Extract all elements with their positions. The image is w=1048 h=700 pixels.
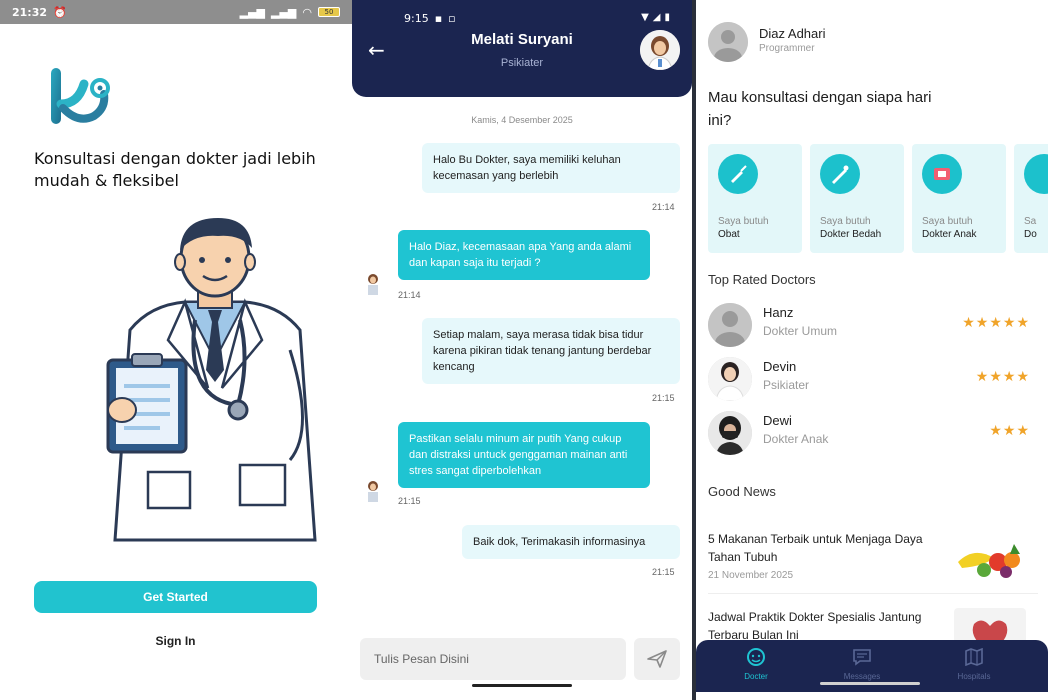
nav-label: Messages (843, 672, 881, 681)
consult-question: Mau konsultasi dengan siapa hari ini? (708, 89, 932, 129)
welcome-screen: 21:32 ⏰ ▂▄▆ ▂▄▆ ◠ 50 Konsultasi dengan d… (0, 0, 352, 700)
user-avatar[interactable] (708, 22, 748, 62)
doctor-row[interactable]: Dewi Dokter Anak ★★★ (708, 411, 1030, 455)
nav-label: Hospitals (957, 672, 991, 681)
get-started-button[interactable]: Get Started (34, 581, 317, 613)
doctor-name: Devin (763, 359, 797, 374)
chat-screen: 9:15 ▪ ▫ ▼ ◢ ▮ ← Melati Suryani Psikiate… (352, 0, 692, 700)
top-rated-heading: Top Rated Doctors (708, 272, 816, 287)
message-time: 21:15 (398, 496, 421, 506)
app-logo-icon (51, 68, 110, 124)
chat-icon (853, 649, 871, 666)
send-icon (647, 650, 667, 668)
home-indicator (472, 684, 572, 687)
doctor-name: Hanz (763, 305, 794, 320)
map-icon (965, 648, 983, 666)
sim-icon: ▫ (448, 12, 456, 25)
category-card-partial[interactable]: Sa Do (1014, 144, 1048, 253)
category-card-surgeon[interactable]: Saya butuh Dokter Bedah (810, 144, 904, 253)
welcome-tagline: Konsultasi dengan dokter jadi lebih muda… (34, 149, 316, 190)
news-title: Jadwal Praktik Dokter Spesialis Jantung … (708, 610, 922, 642)
category-prefix: Saya butuh (922, 216, 973, 227)
doctor-specialty: Dokter Anak (763, 432, 829, 446)
battery-icon: ▮ (664, 12, 670, 23)
doctor-name: Dewi (763, 413, 792, 428)
home-screen: Diaz Adhari Programmer Mau konsultasi de… (696, 0, 1048, 700)
message-icon: ▪ (434, 12, 443, 25)
status-icons: ▼ ◢ ▮ (641, 12, 670, 23)
contact-mini-avatar (368, 481, 378, 502)
message-bubble-sent: Halo Bu Dokter, saya memiliki keluhan ke… (422, 143, 680, 193)
chat-date-label: Kamis, 4 Desember 2025 (471, 115, 573, 125)
doctor-specialty: Psikiater (763, 378, 810, 392)
message-bubble-received: Halo Diaz, kecemasaan apa Yang anda alam… (398, 230, 650, 280)
nav-tab-docter[interactable]: Docter (706, 648, 806, 681)
message-input[interactable]: Tulis Pesan Disini (360, 638, 626, 680)
category-card-pediatrician[interactable]: Saya butuh Dokter Anak (912, 144, 1006, 253)
status-time: 9:15 (404, 12, 429, 25)
status-bar: 9:15 ▪ ▫ (404, 12, 456, 25)
battery-icon: 50 (318, 7, 340, 17)
send-button[interactable] (634, 638, 680, 680)
message-bubble-sent: Baik dok, Terimakasih informasinya (462, 525, 680, 559)
user-role: Programmer (759, 43, 815, 54)
baby-icon (922, 154, 962, 194)
message-bubble-received: Pastikan selalu minum air putih Yang cuk… (398, 422, 650, 488)
category-label: Dokter Anak (922, 229, 977, 240)
category-prefix: Saya butuh (718, 216, 769, 227)
nav-tab-messages[interactable]: Messages (812, 648, 912, 681)
message-time: 21:15 (652, 567, 675, 577)
category-card-medicine[interactable]: Saya butuh Obat (708, 144, 802, 253)
category-label: Do (1024, 229, 1037, 240)
message-time: 21:15 (652, 393, 675, 403)
doctor-illustration (106, 218, 317, 542)
star-rating: ★★★ (989, 423, 1030, 439)
doctor-face-icon (747, 648, 765, 666)
doctor-row[interactable]: Devin Psikiater ★★★★ (708, 357, 1030, 401)
news-title: 5 Makanan Terbaik untuk Menjaga Daya Tah… (708, 532, 923, 564)
scalpel-icon (820, 154, 860, 194)
star-rating: ★★★★★ (962, 315, 1030, 331)
category-icon (1024, 154, 1048, 194)
contact-role: Psikiater (500, 57, 544, 69)
contact-mini-avatar (368, 274, 378, 295)
news-divider (708, 593, 1038, 594)
category-label: Obat (718, 229, 740, 240)
message-time: 21:14 (398, 290, 421, 300)
chat-header: 9:15 ▪ ▫ ▼ ◢ ▮ ← Melati Suryani Psikiate… (352, 0, 692, 97)
doctor-avatar (708, 303, 752, 347)
wifi-icon: ▼ (641, 12, 649, 23)
category-prefix: Sa (1024, 216, 1037, 227)
category-prefix: Saya butuh (820, 216, 871, 227)
star-rating: ★★★★ (975, 369, 1030, 385)
alarm-icon: ⏰ (53, 5, 67, 19)
signal-icon: ▂▄▆ (239, 5, 265, 19)
news-item[interactable]: 5 Makanan Terbaik untuk Menjaga Daya Tah… (708, 530, 1038, 590)
status-bar: 21:32 ⏰ ▂▄▆ ▂▄▆ ◠ 50 (0, 0, 352, 24)
message-bubble-sent: Setiap malam, saya merasa tidak bisa tid… (422, 318, 680, 384)
nav-tab-hospitals[interactable]: Hospitals (924, 648, 1024, 681)
news-heading: Good News (708, 484, 776, 499)
nav-label: Docter (744, 672, 768, 681)
signal-icon-2: ▂▄▆ (271, 5, 297, 19)
category-label: Dokter Bedah (820, 229, 882, 240)
signal-icon: ◢ (652, 12, 661, 23)
syringe-icon (718, 154, 758, 194)
doctor-specialty: Dokter Umum (763, 324, 838, 338)
doctor-row[interactable]: Hanz Dokter Umum ★★★★★ (708, 303, 1030, 347)
contact-avatar[interactable] (640, 30, 680, 70)
home-indicator (820, 682, 920, 685)
news-date: 21 November 2025 (708, 570, 794, 581)
status-time: 21:32 (12, 5, 48, 19)
doctor-avatar (708, 411, 752, 455)
wifi-icon: ◠ (302, 5, 312, 19)
message-time: 21:14 (652, 202, 675, 212)
doctor-avatar (708, 357, 752, 401)
sign-in-link[interactable]: Sign In (34, 634, 317, 648)
app-showcase: 21:32 ⏰ ▂▄▆ ▂▄▆ ◠ 50 Konsultasi dengan d… (0, 0, 1048, 700)
user-name: Diaz Adhari (759, 26, 826, 41)
news-thumbnail-fruits (954, 532, 1026, 582)
